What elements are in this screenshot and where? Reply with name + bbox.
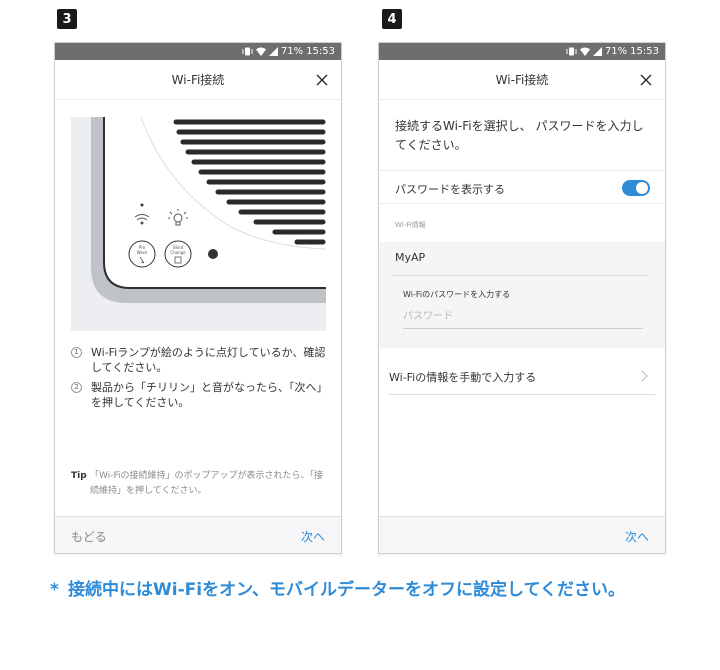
password-input[interactable] (403, 305, 643, 329)
footnote-text: 接続中にはWi-Fiをオン、モバイルデーターをオフに設定してください。 (68, 580, 626, 600)
phone-screen-step-4: 71% 15:53 Wi-Fi接続 接続するWi-Fiを選択し、 パスワードを入… (378, 42, 666, 554)
step-number-badge: 3 (57, 9, 77, 29)
manual-entry-row[interactable]: Wi-Fiの情報を手動で入力する (379, 361, 665, 395)
device-illustration: Pre Wash Blind Change (71, 117, 326, 331)
screen-title-bar: Wi-Fi接続 (379, 60, 665, 100)
intro-text: 接続するWi-Fiを選択し、 パスワードを入力してください。 (395, 119, 644, 152)
clock: 15:53 (306, 46, 335, 57)
wifi-icon (579, 47, 590, 56)
instruction-item: 2 製品から「チリリン」と音がなったら、「次へ」を押してください。 (71, 380, 327, 410)
toggle-knob (636, 182, 648, 194)
wifi-info-section-label: Wi-Fi情報 (395, 221, 426, 229)
instruction-text: Wi-Fiランプが絵のように点灯しているか、確認してください。 (91, 346, 326, 374)
step-circle-number: 2 (71, 382, 82, 393)
screen-title: Wi-Fi接続 (495, 73, 549, 87)
ssid-value[interactable]: MyAP (395, 251, 425, 264)
clock: 15:53 (630, 46, 659, 57)
step-circle-number: 1 (71, 347, 82, 358)
instruction-item: 1 Wi-Fiランプが絵のように点灯しているか、確認してください。 (71, 345, 327, 375)
instruction-text: 製品から「チリリン」と音がなったら、「次へ」を押してください。 (91, 381, 322, 409)
chevron-right-icon (641, 370, 648, 382)
vibrate-icon (242, 47, 253, 56)
tip-label: Tip (71, 471, 87, 481)
close-button[interactable] (313, 71, 331, 89)
close-icon (316, 74, 328, 86)
footer-bar: もどる 次へ (55, 516, 341, 553)
screen-title-bar: Wi-Fi接続 (55, 60, 341, 100)
divider (391, 275, 649, 276)
show-password-row: パスワードを表示する (379, 170, 665, 204)
footer-bar: 次へ (379, 516, 665, 553)
svg-text:Change: Change (170, 250, 186, 255)
battery-level: 71% (604, 46, 628, 57)
back-button[interactable]: もどる (71, 528, 107, 545)
signal-icon (592, 47, 602, 56)
show-password-label: パスワードを表示する (395, 183, 505, 196)
tip-text: 「Wi-Fiの接続維持」のポップアップが表示されたら、「接続維持」を押してくださ… (90, 471, 323, 496)
footnote: * 接続中にはWi-Fiをオン、モバイルデーターをオフに設定してください。 (50, 575, 670, 605)
tip-note: Tip 「Wi-Fiの接続維持」のポップアップが表示されたら、「接続維持」を押し… (71, 469, 331, 499)
status-bar: 71% 15:53 (379, 43, 665, 60)
footnote-asterisk: * (50, 580, 59, 600)
password-field-label: Wi-Fiのパスワードを入力する (403, 290, 511, 299)
svg-text:Wash: Wash (137, 250, 148, 255)
signal-icon (268, 47, 278, 56)
close-button[interactable] (637, 71, 655, 89)
next-button[interactable]: 次へ (301, 528, 325, 545)
show-password-toggle[interactable] (622, 180, 650, 196)
next-button[interactable]: 次へ (625, 528, 649, 545)
screen-title: Wi-Fi接続 (171, 73, 225, 87)
close-icon (640, 74, 652, 86)
phone-screen-step-3: 71% 15:53 Wi-Fi接続 Pre Wash Blind Change … (54, 42, 342, 554)
manual-entry-label: Wi-Fiの情報を手動で入力する (389, 371, 537, 384)
wifi-icon (255, 47, 266, 56)
vibrate-icon (566, 47, 577, 56)
step-number-badge: 4 (382, 9, 402, 29)
status-bar: 71% 15:53 (55, 43, 341, 60)
battery-level: 71% (280, 46, 304, 57)
divider (389, 394, 655, 395)
